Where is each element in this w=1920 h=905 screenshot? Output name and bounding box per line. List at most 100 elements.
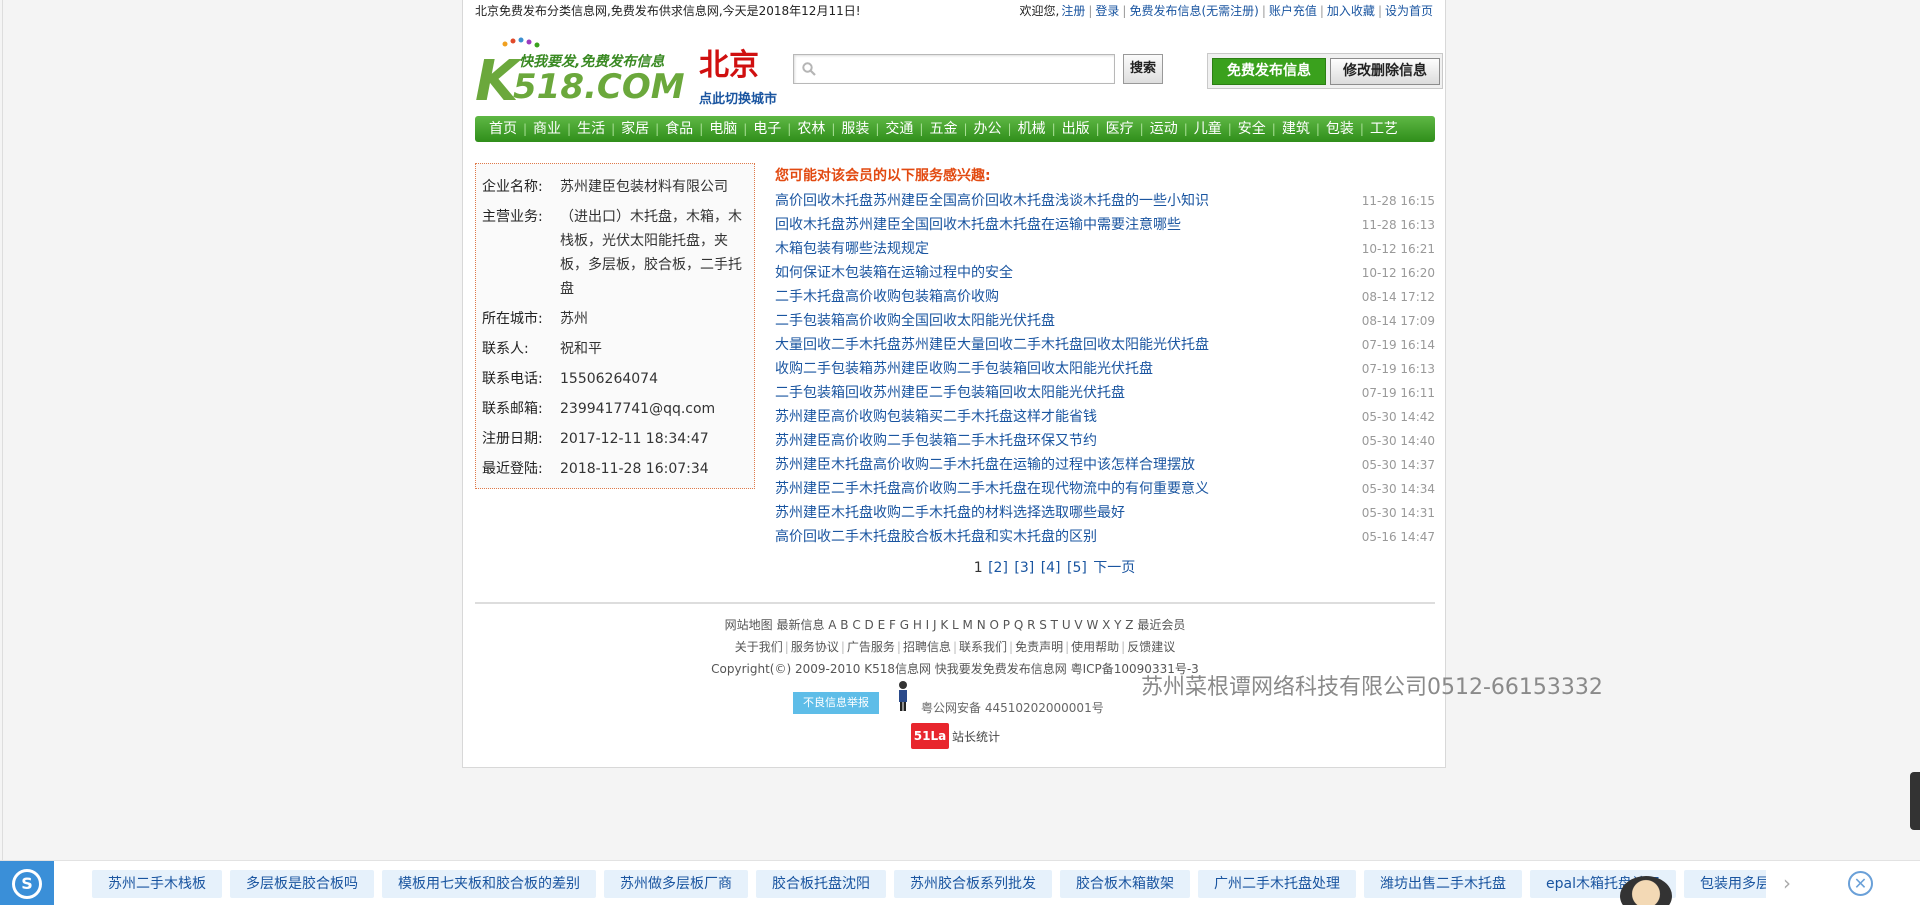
list-item-link[interactable]: 苏州建臣高价收购包装箱买二手木托盘这样才能省钱: [775, 409, 1097, 425]
footer-link[interactable]: 使用帮助: [1071, 640, 1119, 654]
footer-link[interactable]: 反馈建议: [1127, 640, 1175, 654]
footer-link[interactable]: 服务协议: [791, 640, 839, 654]
nav-item[interactable]: 运动: [1144, 116, 1184, 142]
footer-separator: |: [784, 640, 789, 654]
footer-link[interactable]: 联系我们: [959, 640, 1007, 654]
nav-item[interactable]: 服装: [835, 116, 875, 142]
report-bad-info-badge[interactable]: 不良信息举报: [793, 692, 879, 714]
list-item-time: 11-28 16:13: [1361, 218, 1435, 232]
nav-item[interactable]: 商业: [527, 116, 567, 142]
site-stats-link[interactable]: 站长统计: [952, 728, 1000, 745]
add-favorite-link[interactable]: 加入收藏: [1327, 4, 1375, 18]
list-item-link[interactable]: 高价回收二手木托盘胶合板木托盘和实木托盘的区别: [775, 529, 1097, 545]
nav-item[interactable]: 机械: [1012, 116, 1052, 142]
pager-next[interactable]: 下一页: [1093, 560, 1135, 576]
nav-item[interactable]: 电脑: [703, 116, 743, 142]
set-homepage-link[interactable]: 设为首页: [1385, 4, 1433, 18]
list-item-link[interactable]: 收购二手包装箱苏州建臣收购二手包装箱回收太阳能光伏托盘: [775, 361, 1153, 377]
nav-item[interactable]: 生活: [571, 116, 611, 142]
header: K 快我要发,免费发布信息 518.COM 北京 点此切换城市 搜索 免费发布信…: [475, 32, 1443, 110]
footer-link[interactable]: 招聘信息: [903, 640, 951, 654]
search-tag[interactable]: 胶合板托盘沈阳: [756, 870, 886, 898]
nav-item[interactable]: 工艺: [1364, 116, 1404, 142]
nav-item[interactable]: 家居: [615, 116, 655, 142]
search-tag[interactable]: 苏州胶合板系列批发: [894, 870, 1052, 898]
side-scroll-handle[interactable]: [1910, 772, 1920, 830]
switch-city-link[interactable]: 点此切换城市: [699, 88, 777, 107]
list-item-link[interactable]: 高价回收木托盘苏州建臣全国高价回收木托盘浅谈木托盘的一些小知识: [775, 193, 1209, 209]
free-post-button[interactable]: 免费发布信息: [1212, 58, 1326, 85]
search-tag[interactable]: 苏州做多层板厂商: [604, 870, 748, 898]
footer-link[interactable]: 关于我们: [735, 640, 783, 654]
list-item-link[interactable]: 苏州建臣木托盘收购二手木托盘的材料选择选取哪些最好: [775, 505, 1125, 521]
pager-page-2[interactable]: [2]: [988, 560, 1008, 576]
nav-item[interactable]: 电子: [747, 116, 787, 142]
company-info-row: 联系人: 祝和平: [482, 334, 748, 364]
nav-item[interactable]: 农林: [791, 116, 831, 142]
51la-badge[interactable]: 51La: [911, 723, 949, 749]
sogou-logo[interactable]: S: [0, 861, 54, 905]
pager-page-4[interactable]: [4]: [1041, 560, 1061, 576]
nav-item[interactable]: 医疗: [1100, 116, 1140, 142]
related-services-list: 您可能对该会员的以下服务感兴趣: 高价回收木托盘苏州建臣全国高价回收木托盘浅谈木…: [775, 163, 1435, 577]
list-item: 如何保证木包装箱在运输过程中的安全 10-12 16:20: [775, 261, 1435, 285]
post-buttons-group: 免费发布信息 修改删除信息: [1207, 53, 1443, 89]
login-link[interactable]: 登录: [1095, 4, 1119, 18]
footer-sitemap-line[interactable]: 网站地图 最新信息 A B C D E F G H I J K L M N O …: [475, 614, 1435, 636]
nav-item[interactable]: 建筑: [1276, 116, 1316, 142]
footer-link[interactable]: 广告服务: [847, 640, 895, 654]
nav-item[interactable]: 交通: [879, 116, 919, 142]
list-item-link[interactable]: 木箱包装有哪些法规规定: [775, 241, 929, 257]
company-watermark: 苏州菜根谭网络科技有限公司0512-66153332: [1141, 675, 1603, 700]
next-arrow-icon[interactable]: ›: [1783, 871, 1791, 895]
nav-item[interactable]: 首页: [483, 116, 523, 142]
nav-item[interactable]: 五金: [923, 116, 963, 142]
company-info-key: 主营业务:: [482, 209, 543, 225]
list-item-time: 07-19 16:14: [1361, 338, 1435, 352]
pager-current: 1: [973, 560, 983, 576]
search-tag[interactable]: 广州二手木托盘处理: [1198, 870, 1356, 898]
list-item-link[interactable]: 苏州建臣高价收购二手包装箱二手木托盘环保又节约: [775, 433, 1097, 449]
list-item-link[interactable]: 如何保证木包装箱在运输过程中的安全: [775, 265, 1013, 281]
search-tag[interactable]: 模板用七夹板和胶合板的差别: [382, 870, 596, 898]
list-item-link[interactable]: 回收木托盘苏州建臣全国回收木托盘木托盘在运输中需要注意哪些: [775, 217, 1181, 233]
pager-page-3[interactable]: [3]: [1014, 560, 1034, 576]
list-item-link[interactable]: 二手包装箱高价收购全国回收太阳能光伏托盘: [775, 313, 1055, 329]
search-tag[interactable]: 包装用多层板: [1683, 870, 1766, 898]
footer-separator: |: [1121, 640, 1126, 654]
search-tag[interactable]: 潍坊出售二手木托盘: [1364, 870, 1522, 898]
edit-delete-button[interactable]: 修改删除信息: [1330, 58, 1440, 85]
page-edge-line: [2, 0, 3, 860]
site-logo[interactable]: K 快我要发,免费发布信息 518.COM: [475, 36, 687, 104]
list-item-time: 07-19 16:13: [1361, 362, 1435, 376]
free-post-link[interactable]: 免费发布信息(无需注册): [1129, 4, 1258, 18]
search-input[interactable]: [824, 58, 1109, 80]
nav-item[interactable]: 出版: [1056, 116, 1096, 142]
nav-item[interactable]: 儿童: [1188, 116, 1228, 142]
recharge-link[interactable]: 账户充值: [1269, 4, 1317, 18]
company-info-value: （进出口）木托盘，木箱，木栈板，光伏太阳能托盘，夹板，多层板，胶合板，二手托盘: [560, 209, 742, 297]
company-info-key: 联系电话:: [482, 371, 543, 387]
search-tag[interactable]: 苏州二手木栈板: [92, 870, 222, 898]
list-item: 苏州建臣木托盘收购二手木托盘的材料选择选取哪些最好 05-30 14:31: [775, 501, 1435, 525]
search-button[interactable]: 搜索: [1123, 54, 1163, 84]
search-tag[interactable]: 胶合板木箱散架: [1060, 870, 1190, 898]
nav-item[interactable]: 食品: [659, 116, 699, 142]
nav-item[interactable]: 包装: [1320, 116, 1360, 142]
list-item-link[interactable]: 苏州建臣木托盘高价收购二手木托盘在运输的过程中该怎样合理摆放: [775, 457, 1195, 473]
company-info-row: 联系邮箱: 2399417741@qq.com: [482, 394, 748, 424]
footer-link[interactable]: 免责声明: [1015, 640, 1063, 654]
close-icon[interactable]: ✕: [1848, 871, 1873, 896]
police-figure-icon: [899, 681, 907, 711]
list-item-link[interactable]: 大量回收二手木托盘苏州建臣大量回收二手木托盘回收太阳能光伏托盘: [775, 337, 1209, 353]
list-item-link[interactable]: 二手包装箱回收苏州建臣二手包装箱回收太阳能光伏托盘: [775, 385, 1125, 401]
nav-item[interactable]: 办公: [968, 116, 1008, 142]
company-info-panel: 企业名称: 苏州建臣包装材料有限公司 主营业务: （进出口）木托盘，木箱，木栈板，光伏…: [475, 163, 755, 489]
list-item-link[interactable]: 苏州建臣二手木托盘高价收购二手木托盘在现代物流中的有何重要意义: [775, 481, 1209, 497]
gongan-record[interactable]: 粤公网安备 44510202000001号: [921, 699, 1104, 716]
pager-page-5[interactable]: [5]: [1067, 560, 1087, 576]
list-item-link[interactable]: 二手木托盘高价收购包装箱高价收购: [775, 289, 999, 305]
nav-item[interactable]: 安全: [1232, 116, 1272, 142]
search-tag[interactable]: 多层板是胶合板吗: [230, 870, 374, 898]
register-link[interactable]: 注册: [1061, 4, 1085, 18]
